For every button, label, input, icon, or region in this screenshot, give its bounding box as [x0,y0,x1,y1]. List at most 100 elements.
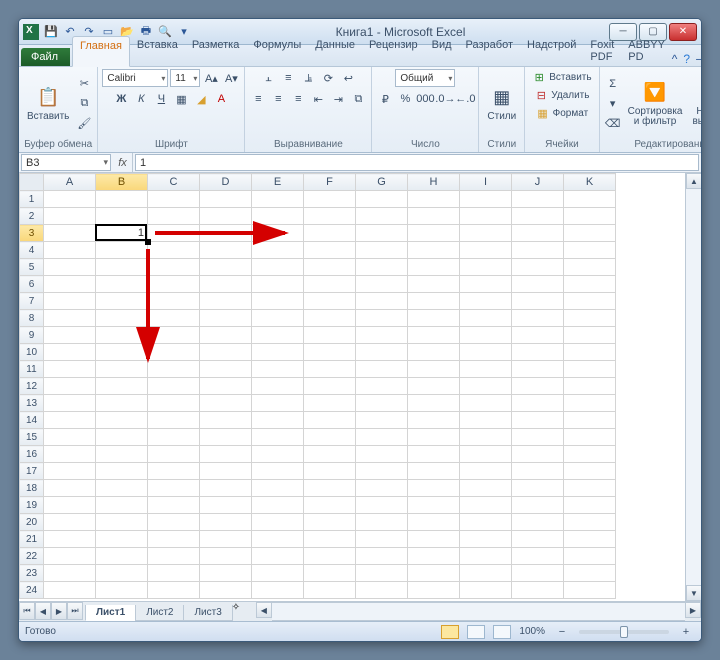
col-header-J[interactable]: J [512,174,564,191]
row-header-15[interactable]: 15 [20,429,44,446]
scroll-left-icon[interactable]: ◀ [256,602,272,618]
cell-G11[interactable] [356,361,408,378]
fill-color-icon[interactable]: ◢ [192,90,210,108]
close-button[interactable]: ✕ [669,23,697,41]
cell-K1[interactable] [564,191,616,208]
cell-D9[interactable] [200,327,252,344]
zoom-thumb[interactable] [620,626,628,638]
cell-K14[interactable] [564,412,616,429]
select-all-corner[interactable] [20,174,44,191]
cell-D6[interactable] [200,276,252,293]
ribbon-tab-вид[interactable]: Вид [425,36,459,66]
cell-E6[interactable] [252,276,304,293]
cell-G21[interactable] [356,531,408,548]
cell-B4[interactable] [96,242,148,259]
italic-icon[interactable]: К [132,90,150,108]
row-header-20[interactable]: 20 [20,514,44,531]
indent-dec-icon[interactable]: ⇤ [309,90,327,108]
cell-B1[interactable] [96,191,148,208]
cell-K20[interactable] [564,514,616,531]
number-format-combo[interactable]: Общий [395,69,455,87]
cell-D18[interactable] [200,480,252,497]
cell-H7[interactable] [408,293,460,310]
cell-C17[interactable] [148,463,200,480]
cell-C15[interactable] [148,429,200,446]
align-center-icon[interactable]: ≡ [269,90,287,108]
cell-A15[interactable] [44,429,96,446]
formula-input[interactable]: 1 [135,154,699,171]
cell-J1[interactable] [512,191,564,208]
cell-B8[interactable] [96,310,148,327]
cell-B11[interactable] [96,361,148,378]
ribbon-tab-формулы[interactable]: Формулы [246,36,308,66]
row-header-12[interactable]: 12 [20,378,44,395]
cell-E20[interactable] [252,514,304,531]
cell-B2[interactable] [96,208,148,225]
cell-B9[interactable] [96,327,148,344]
cell-C19[interactable] [148,497,200,514]
col-header-I[interactable]: I [460,174,512,191]
cell-I23[interactable] [460,565,512,582]
cell-C14[interactable] [148,412,200,429]
cell-G17[interactable] [356,463,408,480]
cell-A24[interactable] [44,582,96,599]
cell-A2[interactable] [44,208,96,225]
find-select-button[interactable]: 🔍 Найти и выделить [688,79,701,129]
cell-H19[interactable] [408,497,460,514]
sheet-tab-лист3[interactable]: Лист3 [183,605,232,621]
col-header-D[interactable]: D [200,174,252,191]
cell-J11[interactable] [512,361,564,378]
cell-H11[interactable] [408,361,460,378]
comma-icon[interactable]: 000 [416,90,434,108]
cell-B17[interactable] [96,463,148,480]
cell-A8[interactable] [44,310,96,327]
cell-G10[interactable] [356,344,408,361]
row-header-19[interactable]: 19 [20,497,44,514]
cell-K17[interactable] [564,463,616,480]
cell-J5[interactable] [512,259,564,276]
cell-I2[interactable] [460,208,512,225]
row-header-17[interactable]: 17 [20,463,44,480]
cell-F13[interactable] [304,395,356,412]
cell-I15[interactable] [460,429,512,446]
cell-A9[interactable] [44,327,96,344]
cell-D7[interactable] [200,293,252,310]
cell-E11[interactable] [252,361,304,378]
align-left-icon[interactable]: ≡ [249,90,267,108]
cell-D2[interactable] [200,208,252,225]
cell-D16[interactable] [200,446,252,463]
col-header-F[interactable]: F [304,174,356,191]
autosum-icon[interactable]: Σ [604,75,622,93]
scroll-track[interactable] [686,189,701,585]
cell-I18[interactable] [460,480,512,497]
cell-J19[interactable] [512,497,564,514]
styles-button[interactable]: ▦ Стили [483,83,520,124]
cell-G14[interactable] [356,412,408,429]
cell-H23[interactable] [408,565,460,582]
row-header-18[interactable]: 18 [20,480,44,497]
cell-G3[interactable] [356,225,408,242]
scroll-up-icon[interactable]: ▲ [686,173,701,189]
sheet-next-icon[interactable]: ▶ [51,602,67,620]
cell-F8[interactable] [304,310,356,327]
scroll-down-icon[interactable]: ▼ [686,585,701,601]
cell-E15[interactable] [252,429,304,446]
cell-G7[interactable] [356,293,408,310]
cell-H12[interactable] [408,378,460,395]
cell-J13[interactable] [512,395,564,412]
cell-J4[interactable] [512,242,564,259]
cell-B14[interactable] [96,412,148,429]
cell-A12[interactable] [44,378,96,395]
cell-I24[interactable] [460,582,512,599]
dec-decimal-icon[interactable]: ←.0 [456,90,474,108]
cell-D24[interactable] [200,582,252,599]
cell-G22[interactable] [356,548,408,565]
file-tab[interactable]: Файл [21,48,70,66]
cell-E22[interactable] [252,548,304,565]
cell-E16[interactable] [252,446,304,463]
cell-F2[interactable] [304,208,356,225]
cell-G12[interactable] [356,378,408,395]
cell-B12[interactable] [96,378,148,395]
cell-H20[interactable] [408,514,460,531]
cell-E3[interactable] [252,225,304,242]
